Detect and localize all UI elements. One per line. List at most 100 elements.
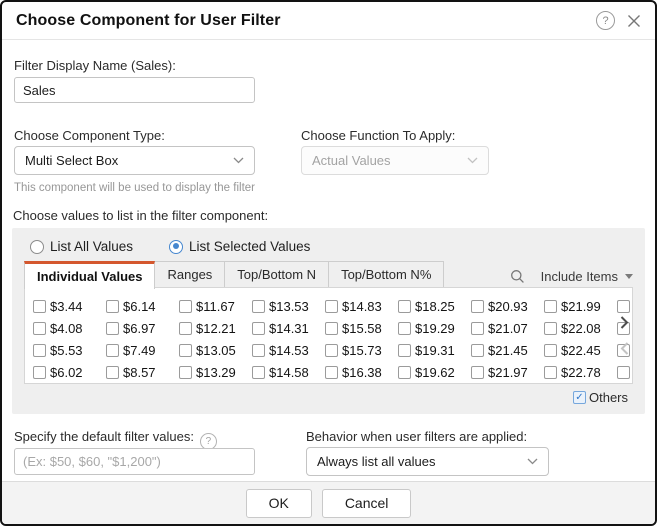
close-icon[interactable]: [627, 14, 641, 28]
value-checkbox-item[interactable]: $7.49: [106, 343, 179, 358]
previous-page-icon[interactable]: [620, 342, 629, 355]
checkbox-icon[interactable]: [544, 366, 557, 379]
value-checkbox-item[interactable]: $15.58: [325, 321, 398, 336]
checkbox-icon[interactable]: [325, 344, 338, 357]
value-checkbox-item[interactable]: $21.45: [471, 343, 544, 358]
checkbox-icon[interactable]: [252, 300, 265, 313]
checkbox-icon[interactable]: [33, 366, 46, 379]
tab-individual-values[interactable]: Individual Values: [24, 261, 155, 289]
checkbox-icon[interactable]: [398, 322, 411, 335]
value-checkbox-item[interactable]: $11.67: [179, 299, 252, 314]
checkbox-icon[interactable]: [179, 300, 192, 313]
value-checkbox-item[interactable]: $13.29: [179, 365, 252, 380]
value-checkbox-item[interactable]: $4.08: [33, 321, 106, 336]
tab-ranges[interactable]: Ranges: [155, 261, 225, 288]
checkbox-icon[interactable]: [179, 344, 192, 357]
tab-top-bottom-n[interactable]: Top/Bottom N: [225, 261, 329, 288]
checkbox-icon[interactable]: [106, 344, 119, 357]
value-checkbox-item-clipped[interactable]: [617, 366, 633, 379]
checkbox-icon[interactable]: [179, 366, 192, 379]
default-values-input[interactable]: [14, 448, 255, 475]
radio-checked-icon[interactable]: [169, 240, 183, 254]
value-checkbox-item[interactable]: $14.31: [252, 321, 325, 336]
radio-list-all-values[interactable]: List All Values: [30, 239, 133, 254]
next-page-icon[interactable]: [620, 316, 629, 329]
radio-list-selected-values[interactable]: List Selected Values: [169, 239, 310, 254]
checkbox-icon[interactable]: [544, 344, 557, 357]
checkbox-icon[interactable]: [179, 322, 192, 335]
value-checkbox-item[interactable]: $8.57: [106, 365, 179, 380]
checkbox-icon[interactable]: [398, 366, 411, 379]
checkbox-icon[interactable]: [471, 344, 484, 357]
checkbox-icon[interactable]: [617, 366, 630, 379]
value-checkbox-item[interactable]: $5.53: [33, 343, 106, 358]
value-checkbox-item[interactable]: $20.93: [471, 299, 544, 314]
checkbox-icon[interactable]: [398, 300, 411, 313]
ok-button[interactable]: OK: [246, 489, 312, 518]
value-checkbox-item[interactable]: $16.38: [325, 365, 398, 380]
filter-name-input[interactable]: [14, 77, 255, 103]
checkbox-icon[interactable]: [471, 366, 484, 379]
value-checkbox-item[interactable]: $19.29: [398, 321, 471, 336]
checkbox-icon[interactable]: [325, 322, 338, 335]
value-label: $20.93: [488, 299, 528, 314]
value-checkbox-item[interactable]: $14.53: [252, 343, 325, 358]
value-checkbox-item-clipped[interactable]: [617, 300, 633, 313]
checkbox-icon[interactable]: [471, 300, 484, 313]
value-label: $18.25: [415, 299, 455, 314]
tab-top-bottom-n-percent[interactable]: Top/Bottom N%: [329, 261, 444, 288]
chevron-down-icon: [233, 157, 244, 164]
checkbox-icon[interactable]: [33, 322, 46, 335]
checkbox-icon[interactable]: [106, 300, 119, 313]
checkbox-icon[interactable]: [617, 300, 630, 313]
checkbox-icon[interactable]: [106, 366, 119, 379]
help-icon[interactable]: ?: [596, 11, 615, 30]
value-checkbox-item[interactable]: $22.78: [544, 365, 617, 380]
value-checkbox-item[interactable]: $13.05: [179, 343, 252, 358]
behavior-select[interactable]: Always list all values: [306, 447, 549, 476]
radio-unchecked-icon[interactable]: [30, 240, 44, 254]
value-checkbox-item[interactable]: $21.07: [471, 321, 544, 336]
checkbox-icon[interactable]: [33, 344, 46, 357]
value-checkbox-item[interactable]: $18.25: [398, 299, 471, 314]
value-checkbox-item[interactable]: $19.62: [398, 365, 471, 380]
value-checkbox-item[interactable]: $3.44: [33, 299, 106, 314]
value-checkbox-item[interactable]: $6.14: [106, 299, 179, 314]
value-checkbox-item[interactable]: $6.02: [33, 365, 106, 380]
checkbox-icon[interactable]: [252, 322, 265, 335]
caret-down-icon: [625, 274, 633, 279]
search-icon[interactable]: [510, 269, 525, 284]
checkbox-icon[interactable]: [544, 300, 557, 313]
value-checkbox-item[interactable]: $19.31: [398, 343, 471, 358]
checkbox-icon[interactable]: [325, 300, 338, 313]
value-label: $14.31: [269, 321, 309, 336]
checkbox-icon[interactable]: [33, 300, 46, 313]
value-checkbox-item[interactable]: $13.53: [252, 299, 325, 314]
checkbox-icon[interactable]: [325, 366, 338, 379]
value-checkbox-item[interactable]: $22.45: [544, 343, 617, 358]
checkbox-icon[interactable]: [471, 322, 484, 335]
values-grid: $3.44$6.14$11.67$13.53$14.83 $18.25 $20.93…: [25, 288, 632, 383]
cancel-button[interactable]: Cancel: [322, 489, 412, 518]
include-items-dropdown[interactable]: Include Items: [541, 269, 633, 284]
value-checkbox-item[interactable]: $21.97: [471, 365, 544, 380]
value-checkbox-item[interactable]: $6.97: [106, 321, 179, 336]
value-checkbox-item[interactable]: $22.08: [544, 321, 617, 336]
checkbox-icon[interactable]: [252, 344, 265, 357]
others-label: Others: [589, 390, 628, 405]
value-label: $21.97: [488, 365, 528, 380]
checkbox-icon[interactable]: [398, 344, 411, 357]
value-label: $16.38: [342, 365, 382, 380]
component-type-helper: This component will be used to display t…: [14, 182, 255, 194]
checkbox-checked-icon[interactable]: ✓: [573, 391, 586, 404]
checkbox-icon[interactable]: [252, 366, 265, 379]
value-checkbox-item[interactable]: $12.21: [179, 321, 252, 336]
others-checkbox-item[interactable]: ✓ Others: [573, 390, 628, 405]
checkbox-icon[interactable]: [106, 322, 119, 335]
value-checkbox-item[interactable]: $15.73: [325, 343, 398, 358]
value-checkbox-item[interactable]: $14.58: [252, 365, 325, 380]
component-type-select[interactable]: Multi Select Box: [14, 146, 255, 175]
value-checkbox-item[interactable]: $21.99: [544, 299, 617, 314]
checkbox-icon[interactable]: [544, 322, 557, 335]
value-checkbox-item[interactable]: $14.83: [325, 299, 398, 314]
